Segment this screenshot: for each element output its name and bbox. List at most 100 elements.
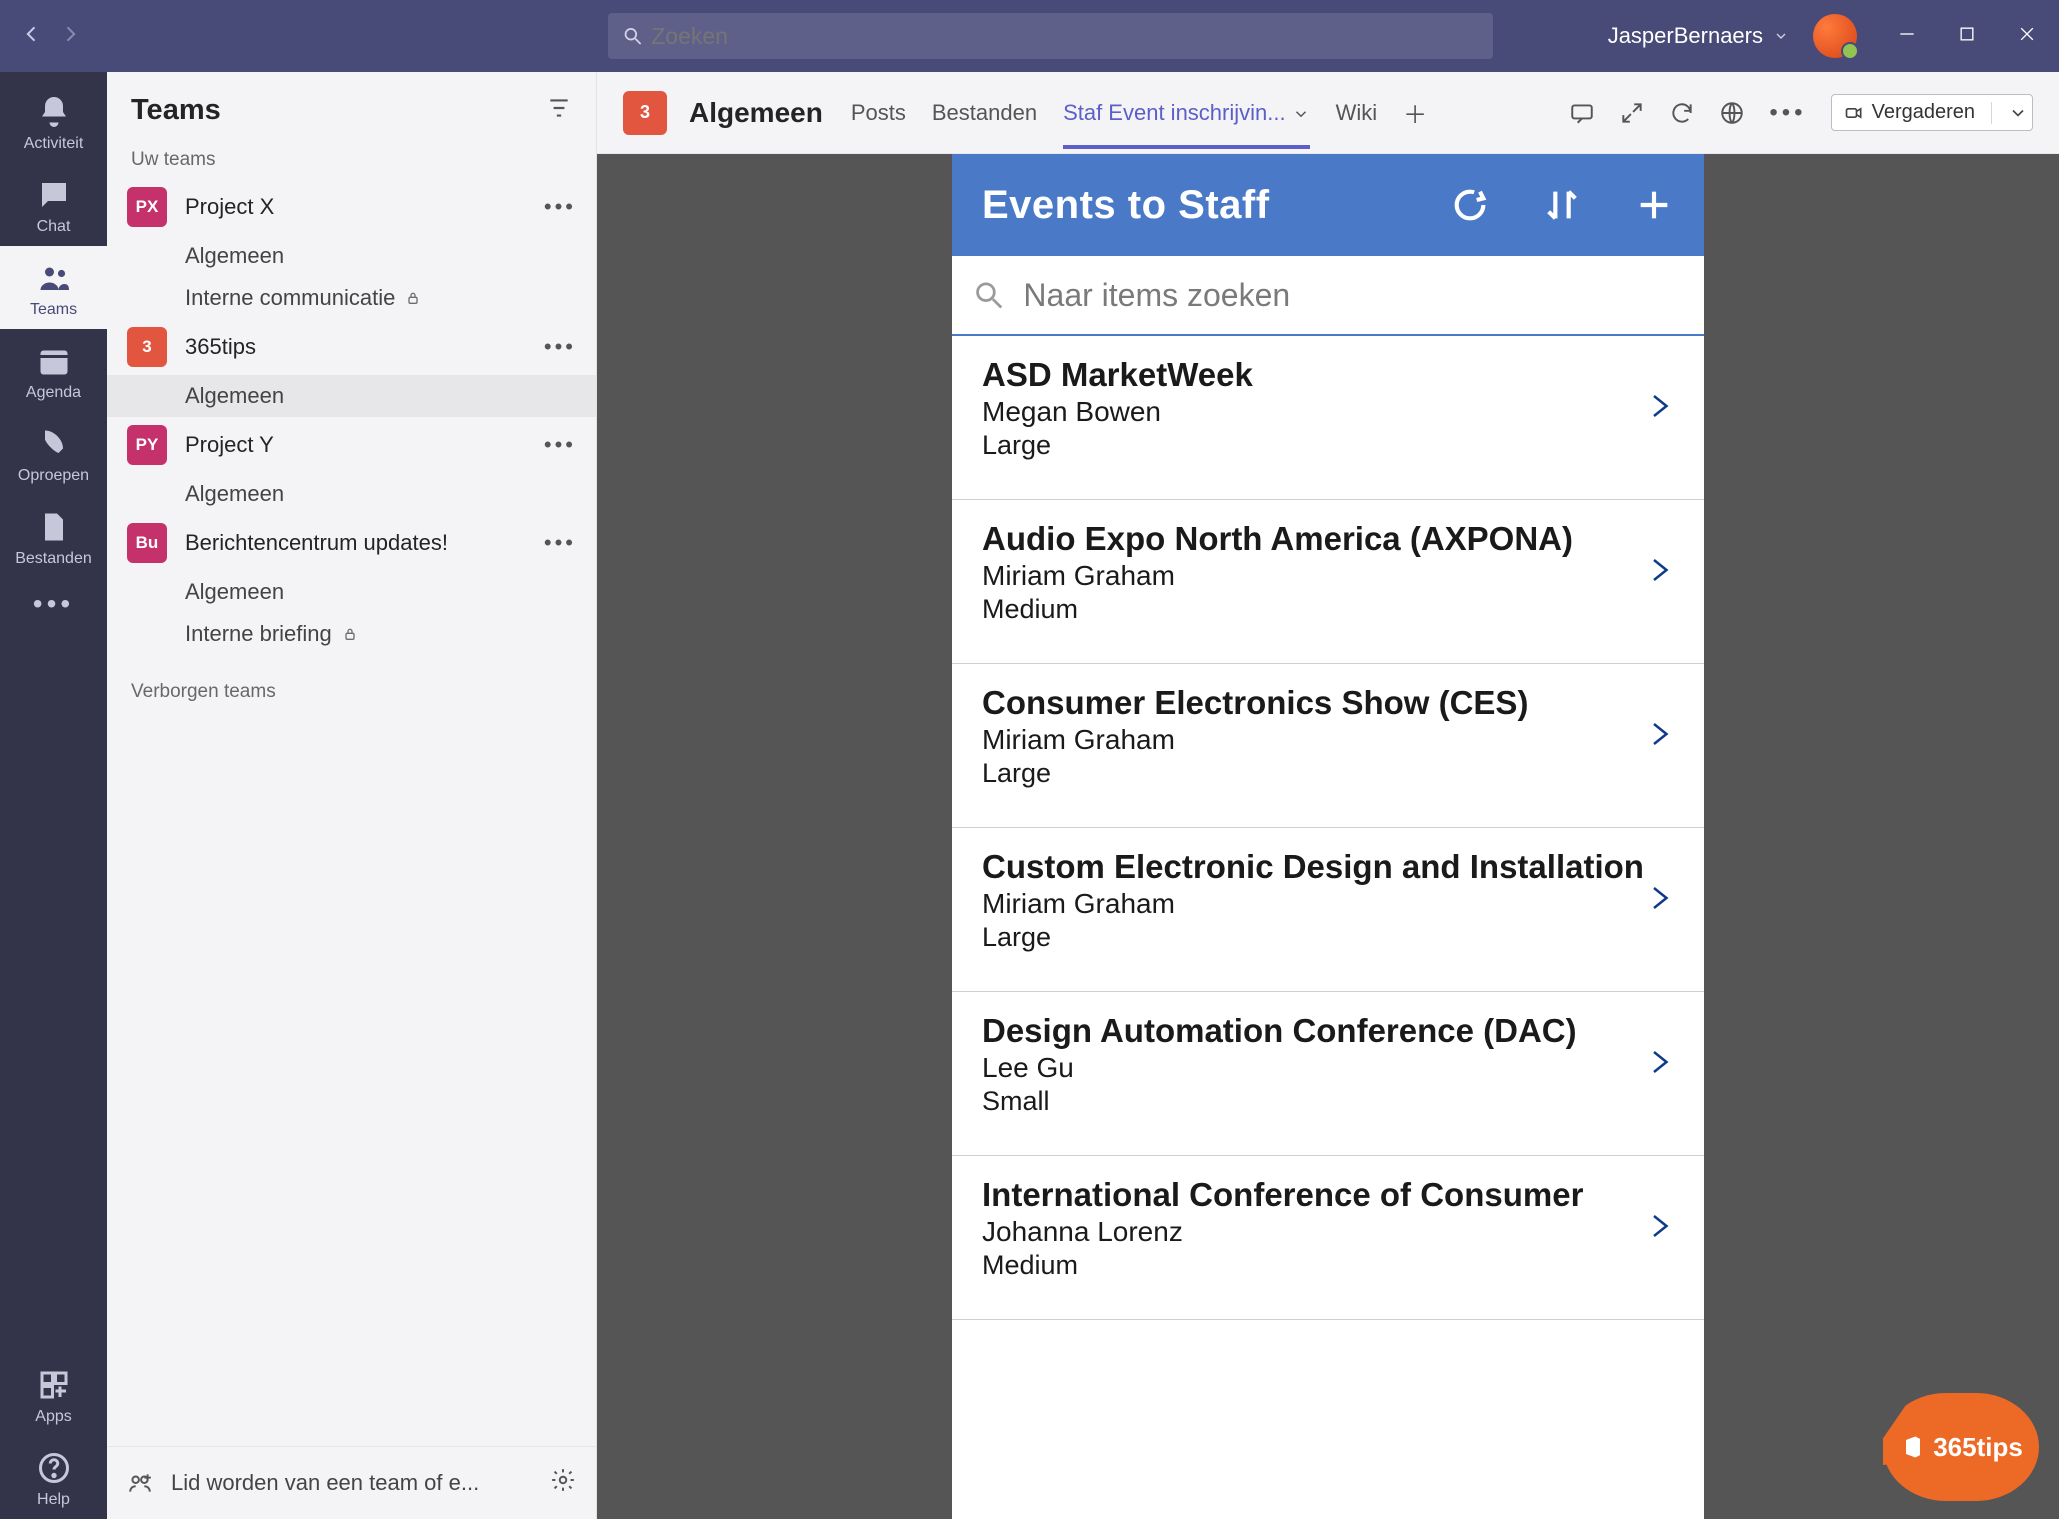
sort-icon[interactable] xyxy=(1542,185,1582,225)
section-hidden-teams[interactable]: Verborgen teams xyxy=(107,677,596,711)
event-title: Design Automation Conference (DAC) xyxy=(982,1012,1644,1050)
event-row[interactable]: Design Automation Conference (DAC) Lee G… xyxy=(952,992,1704,1156)
nav-back-button[interactable] xyxy=(22,24,42,49)
channel-row[interactable]: Algemeen xyxy=(107,375,596,417)
event-title: Audio Expo North America (AXPONA) xyxy=(982,520,1644,558)
team-row[interactable]: PX Project X ••• xyxy=(107,179,596,235)
channel-label: Interne briefing xyxy=(185,621,332,647)
team-avatar: 3 xyxy=(127,327,167,367)
events-pane: Events to Staff ASD MarketWeek Megan Bow… xyxy=(952,154,1704,1519)
chevron-down-icon[interactable] xyxy=(1292,105,1310,123)
settings-button[interactable] xyxy=(550,1467,576,1499)
events-search-input[interactable] xyxy=(1023,277,1684,314)
events-pane-header: Events to Staff xyxy=(952,154,1704,256)
event-person: Johanna Lorenz xyxy=(982,1216,1644,1248)
chevron-right-icon xyxy=(1644,384,1674,433)
add-icon[interactable] xyxy=(1634,185,1674,225)
chevron-right-icon xyxy=(1644,1204,1674,1253)
rail-chat-label: Chat xyxy=(0,218,107,236)
event-row[interactable]: Audio Expo North America (AXPONA) Miriam… xyxy=(952,500,1704,664)
rail-agenda-label: Agenda xyxy=(0,384,107,402)
add-tab-button[interactable]: ＋ xyxy=(1403,95,1427,130)
tab-wiki[interactable]: Wiki xyxy=(1336,78,1378,148)
rail-apps[interactable]: Apps xyxy=(0,1353,107,1436)
channel-label: Algemeen xyxy=(185,481,284,507)
rail-more[interactable]: ••• xyxy=(0,578,107,626)
tab-files[interactable]: Bestanden xyxy=(932,78,1037,148)
event-row[interactable]: International Conference of Consumer Joh… xyxy=(952,1156,1704,1320)
tab-surface: Events to Staff ASD MarketWeek Megan Bow… xyxy=(597,154,2059,1519)
user-name[interactable]: JasperBernaers xyxy=(1608,23,1763,49)
lock-icon xyxy=(405,290,421,306)
window-close-button[interactable] xyxy=(2017,24,2037,49)
globe-icon[interactable] xyxy=(1719,100,1745,126)
user-avatar[interactable] xyxy=(1813,14,1857,58)
event-title: Consumer Electronics Show (CES) xyxy=(982,684,1644,722)
channel-row[interactable]: Interne communicatie xyxy=(107,277,596,319)
join-team-label[interactable]: Lid worden van een team of e... xyxy=(171,1470,479,1496)
chevron-down-icon[interactable] xyxy=(2008,103,2028,123)
team-row[interactable]: 3 365tips ••• xyxy=(107,319,596,375)
event-size: Large xyxy=(982,430,1644,461)
titlebar: JasperBernaers xyxy=(0,0,2059,72)
brand-badge: 365tips xyxy=(1883,1393,2039,1501)
team-more-button[interactable]: ••• xyxy=(544,432,576,458)
window-minimize-button[interactable] xyxy=(1897,24,1917,49)
event-size: Large xyxy=(982,922,1644,953)
search-input[interactable] xyxy=(651,23,1479,50)
rail-help[interactable]: Help xyxy=(0,1436,107,1519)
rail-help-label: Help xyxy=(0,1491,107,1509)
chevron-right-icon xyxy=(1644,548,1674,597)
chevron-down-icon[interactable] xyxy=(1773,28,1789,44)
rail-teams[interactable]: Teams xyxy=(0,246,107,329)
event-person: Miriam Graham xyxy=(982,888,1644,920)
event-row[interactable]: Custom Electronic Design and Installatio… xyxy=(952,828,1704,992)
team-row[interactable]: Bu Berichtencentrum updates! ••• xyxy=(107,515,596,571)
section-your-teams: Uw teams xyxy=(107,145,596,179)
window-maximize-button[interactable] xyxy=(1957,24,1977,49)
more-actions-button[interactable]: ••• xyxy=(1769,99,1806,127)
rail-chat[interactable]: Chat xyxy=(0,163,107,246)
filter-button[interactable] xyxy=(546,95,572,126)
refresh-icon[interactable] xyxy=(1450,185,1490,225)
nav-forward-button[interactable] xyxy=(60,24,80,49)
event-size: Small xyxy=(982,1086,1644,1117)
join-team-icon xyxy=(127,1470,153,1496)
tab-staf-event[interactable]: Staf Event inschrijvin... xyxy=(1063,78,1310,148)
team-more-button[interactable]: ••• xyxy=(544,530,576,556)
rail-agenda[interactable]: Agenda xyxy=(0,329,107,412)
meet-button-label: Vergaderen xyxy=(1872,101,1975,124)
team-avatar: Bu xyxy=(127,523,167,563)
team-row[interactable]: PY Project Y ••• xyxy=(107,417,596,473)
channel-label: Algemeen xyxy=(185,243,284,269)
channel-row[interactable]: Algemeen xyxy=(107,473,596,515)
event-row[interactable]: ASD MarketWeek Megan Bowen Large xyxy=(952,336,1704,500)
event-row[interactable]: Consumer Electronics Show (CES) Miriam G… xyxy=(952,664,1704,828)
camera-icon xyxy=(1844,103,1864,123)
rail-apps-label: Apps xyxy=(0,1408,107,1426)
channel-row[interactable]: Algemeen xyxy=(107,235,596,277)
channel-label: Interne communicatie xyxy=(185,285,395,311)
chevron-right-icon xyxy=(1644,1040,1674,1089)
search-icon xyxy=(622,25,643,47)
meet-button[interactable]: Vergaderen xyxy=(1831,94,2033,131)
team-more-button[interactable]: ••• xyxy=(544,334,576,360)
events-search[interactable] xyxy=(952,256,1704,336)
conversation-icon[interactable] xyxy=(1569,100,1595,126)
team-more-button[interactable]: ••• xyxy=(544,194,576,220)
event-size: Medium xyxy=(982,594,1644,625)
channel-row[interactable]: Interne briefing xyxy=(107,613,596,655)
rail-activity-label: Activiteit xyxy=(0,135,107,153)
rail-calls[interactable]: Oproepen xyxy=(0,412,107,495)
main-area: 3 Algemeen Posts Bestanden Staf Event in… xyxy=(597,72,2059,1519)
expand-icon[interactable] xyxy=(1619,100,1645,126)
tab-posts[interactable]: Posts xyxy=(851,78,906,148)
search-icon xyxy=(972,277,1005,313)
global-search[interactable] xyxy=(608,13,1493,59)
channel-name: Algemeen xyxy=(689,97,823,129)
channel-row[interactable]: Algemeen xyxy=(107,571,596,613)
reload-icon[interactable] xyxy=(1669,100,1695,126)
team-avatar: PY xyxy=(127,425,167,465)
rail-activity[interactable]: Activiteit xyxy=(0,80,107,163)
rail-files[interactable]: Bestanden xyxy=(0,495,107,578)
